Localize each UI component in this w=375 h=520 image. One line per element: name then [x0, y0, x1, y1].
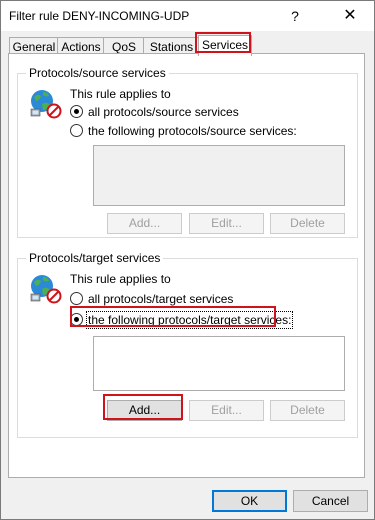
tab-services[interactable]: Services: [198, 35, 252, 56]
target-following-label[interactable]: the following protocols/target services:: [85, 311, 294, 329]
target-edit-button[interactable]: Edit...: [189, 400, 264, 421]
source-applies-label: This rule applies to: [70, 87, 171, 101]
help-button[interactable]: ?: [283, 5, 307, 27]
title-bar[interactable]: Filter rule DENY-INCOMING-UDP ? ✕: [1, 1, 374, 31]
tab-strip: General Actions QoS Stations Services: [9, 35, 365, 56]
window-title: Filter rule DENY-INCOMING-UDP: [9, 9, 190, 23]
source-all-label[interactable]: all protocols/source services: [88, 105, 239, 119]
target-add-button[interactable]: Add...: [107, 400, 182, 421]
source-group-title: Protocols/source services: [26, 66, 169, 80]
source-services-group: Protocols/source services This rule appl…: [17, 66, 358, 238]
target-group-title: Protocols/target services: [26, 251, 164, 265]
source-edit-button[interactable]: Edit...: [189, 213, 264, 234]
target-services-group: Protocols/target services This rule appl…: [17, 251, 358, 438]
ok-button[interactable]: OK: [212, 490, 287, 512]
network-globe-icon: [30, 275, 62, 304]
source-services-list[interactable]: [93, 145, 345, 206]
target-applies-label: This rule applies to: [70, 272, 171, 286]
source-delete-button[interactable]: Delete: [270, 213, 345, 234]
network-globe-icon: [30, 90, 62, 119]
target-all-label[interactable]: all protocols/target services: [88, 292, 233, 306]
close-button[interactable]: ✕: [338, 5, 362, 27]
source-add-button[interactable]: Add...: [107, 213, 182, 234]
target-following-radio[interactable]: [70, 313, 83, 326]
source-following-label[interactable]: the following protocols/source services:: [88, 124, 297, 138]
cancel-button[interactable]: Cancel: [293, 490, 368, 512]
source-all-radio[interactable]: [70, 105, 83, 118]
target-all-radio[interactable]: [70, 292, 83, 305]
services-page: Protocols/source services This rule appl…: [8, 53, 365, 478]
target-delete-button[interactable]: Delete: [270, 400, 345, 421]
target-services-list[interactable]: [93, 336, 345, 391]
source-following-radio[interactable]: [70, 124, 83, 137]
